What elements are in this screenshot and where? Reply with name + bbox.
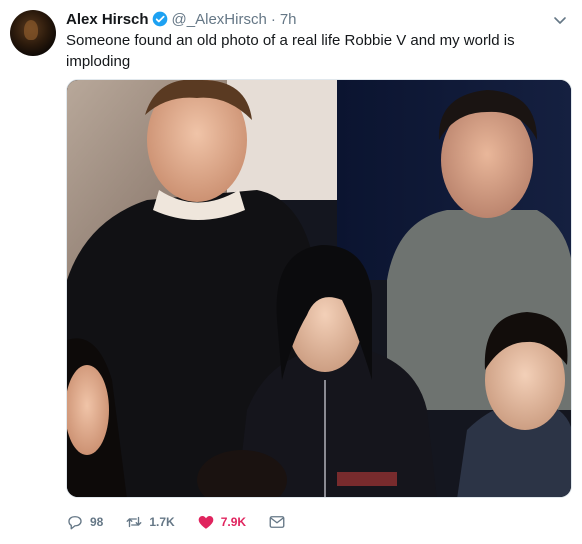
retweet-count: 1.7K (149, 515, 175, 529)
like-button[interactable]: 7.9K (197, 513, 246, 531)
reply-icon (68, 516, 82, 530)
photo-image (67, 80, 571, 497)
like-count: 7.9K (220, 515, 247, 529)
envelope-icon (269, 516, 285, 528)
avatar[interactable] (10, 10, 56, 56)
tweet-card: Alex Hirsch @_AlexHirsch · 7h Someone fo… (0, 0, 582, 544)
tweet-timestamp[interactable]: 7h (280, 11, 297, 28)
reply-button[interactable]: 98 (66, 513, 103, 531)
tweet-actions: 98 1.7K 7.9K (66, 510, 314, 534)
heart-icon (198, 516, 214, 529)
tweet-photo[interactable] (66, 79, 572, 498)
reply-count: 98 (90, 515, 104, 529)
separator-dot: · (270, 10, 276, 28)
tweet-text: Someone found an old photo of a real lif… (66, 32, 515, 70)
direct-message-button[interactable] (268, 513, 292, 531)
retweet-button[interactable]: 1.7K (125, 513, 175, 531)
retweet-icon (126, 516, 142, 528)
verified-badge-icon (152, 11, 167, 27)
author-name[interactable]: Alex Hirsch (66, 11, 149, 28)
chevron-down-icon[interactable] (552, 12, 568, 28)
tweet-header: Alex Hirsch @_AlexHirsch · 7h (66, 9, 297, 29)
author-handle[interactable]: @_AlexHirsch (172, 11, 267, 28)
